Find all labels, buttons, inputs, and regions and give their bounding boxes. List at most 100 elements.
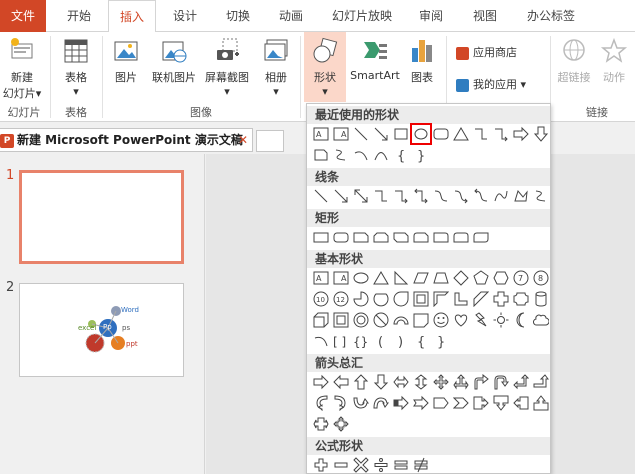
pentagon-arrow-icon[interactable] bbox=[431, 393, 451, 413]
picture-button[interactable]: 图片 bbox=[108, 36, 144, 85]
tab-file[interactable]: 文件 bbox=[0, 0, 46, 32]
curved-double-arrow-icon[interactable] bbox=[471, 186, 491, 206]
scribble-icon[interactable] bbox=[531, 186, 550, 206]
sun-icon[interactable] bbox=[491, 310, 511, 330]
curve-icon[interactable] bbox=[371, 145, 391, 165]
text-box-icon[interactable]: A bbox=[311, 124, 331, 144]
up-arrow-callout-icon[interactable] bbox=[531, 393, 550, 413]
elbow-arrow-connector-icon[interactable] bbox=[391, 186, 411, 206]
rectangle-icon[interactable] bbox=[311, 227, 331, 247]
folded-corner-icon[interactable] bbox=[411, 310, 431, 330]
triangle-icon[interactable] bbox=[451, 124, 471, 144]
pie-icon[interactable] bbox=[351, 289, 371, 309]
snip-round-icon[interactable] bbox=[411, 227, 431, 247]
dodecagon-icon[interactable]: 12 bbox=[331, 289, 351, 309]
snip-single-corner-icon[interactable] bbox=[351, 227, 371, 247]
divide-icon[interactable] bbox=[371, 455, 391, 473]
oval-icon[interactable] bbox=[410, 123, 432, 145]
elbow-arrow-connector-icon[interactable] bbox=[491, 124, 511, 144]
donut-icon[interactable] bbox=[351, 310, 371, 330]
tab-insert[interactable]: 插入 bbox=[108, 0, 156, 33]
left-right-up-arrow-icon[interactable] bbox=[451, 372, 471, 392]
round-diagonal-icon[interactable] bbox=[471, 227, 491, 247]
my-apps-button[interactable]: 我的应用 ▾ bbox=[456, 76, 544, 92]
chord-icon[interactable] bbox=[371, 289, 391, 309]
left-brace-icon[interactable]: { bbox=[391, 145, 411, 165]
tab-home[interactable]: 开始 bbox=[56, 0, 102, 32]
no-symbol-icon[interactable] bbox=[371, 310, 391, 330]
smiley-face-icon[interactable] bbox=[431, 310, 451, 330]
snip-diagonal-icon[interactable] bbox=[391, 227, 411, 247]
curved-up-arrow-icon[interactable] bbox=[351, 393, 371, 413]
snip-rectangle-icon[interactable] bbox=[311, 145, 331, 165]
slide-thumbnail-1[interactable] bbox=[19, 170, 184, 264]
scribble-icon[interactable] bbox=[331, 145, 351, 165]
chevron-icon[interactable] bbox=[451, 393, 471, 413]
diagonal-stripe-icon[interactable] bbox=[471, 289, 491, 309]
arc-icon[interactable] bbox=[351, 145, 371, 165]
tab-view[interactable]: 视图 bbox=[462, 0, 508, 32]
quad-arrow-callout-icon[interactable] bbox=[331, 414, 351, 434]
slide-thumbnail-2[interactable]: Word Pp ps excel ppt bbox=[19, 283, 184, 377]
left-arrow-callout-icon[interactable] bbox=[511, 393, 531, 413]
down-arrow-icon[interactable] bbox=[371, 372, 391, 392]
right-brace-icon[interactable]: } bbox=[411, 145, 431, 165]
up-arrow-icon[interactable] bbox=[351, 372, 371, 392]
up-down-arrow-icon[interactable] bbox=[411, 372, 431, 392]
right-arrow-icon[interactable] bbox=[311, 372, 331, 392]
pentagon-icon[interactable] bbox=[471, 268, 491, 288]
notched-right-arrow-icon[interactable] bbox=[411, 393, 431, 413]
chart-button[interactable]: 图表 bbox=[404, 36, 440, 85]
curved-right-arrow-icon[interactable] bbox=[311, 393, 331, 413]
bent-arrow-icon[interactable] bbox=[471, 372, 491, 392]
block-arc-icon[interactable] bbox=[391, 310, 411, 330]
multiply-icon[interactable] bbox=[351, 455, 371, 473]
shapes-button[interactable]: 形状 ▾ bbox=[304, 32, 346, 102]
store-button[interactable]: 应用商店 bbox=[456, 44, 544, 60]
tab-animations[interactable]: 动画 bbox=[268, 0, 314, 32]
elbow-connector-icon[interactable] bbox=[471, 124, 491, 144]
decagon-icon[interactable]: 10 bbox=[311, 289, 331, 309]
text-box-icon[interactable]: A bbox=[311, 268, 331, 288]
can-icon[interactable] bbox=[531, 289, 550, 309]
double-arrow-line-icon[interactable] bbox=[351, 186, 371, 206]
curved-down-arrow-icon[interactable] bbox=[371, 393, 391, 413]
equal-icon[interactable] bbox=[391, 455, 411, 473]
rectangle-icon[interactable] bbox=[391, 124, 411, 144]
table-button[interactable]: 表格 ▾ bbox=[58, 36, 94, 98]
right-triangle-icon[interactable] bbox=[391, 268, 411, 288]
action-button[interactable]: 动作 bbox=[596, 36, 632, 85]
curved-connector-icon[interactable] bbox=[431, 186, 451, 206]
lightning-bolt-icon[interactable] bbox=[471, 310, 491, 330]
round-same-side-icon[interactable] bbox=[451, 227, 471, 247]
teardrop-icon[interactable] bbox=[391, 289, 411, 309]
left-arrow-icon[interactable] bbox=[331, 372, 351, 392]
hyperlink-button[interactable]: 超链接 bbox=[554, 36, 594, 85]
right-brace-icon[interactable]: } bbox=[431, 331, 451, 351]
heart-icon[interactable] bbox=[451, 310, 471, 330]
left-up-arrow-icon[interactable] bbox=[511, 372, 531, 392]
double-bracket-icon[interactable]: [ ] bbox=[331, 331, 351, 351]
cube-icon[interactable] bbox=[311, 310, 331, 330]
left-bracket-icon[interactable]: ( bbox=[371, 331, 391, 351]
new-document-tab[interactable] bbox=[256, 130, 284, 152]
down-arrow-icon[interactable] bbox=[531, 124, 550, 144]
triangle-icon[interactable] bbox=[371, 268, 391, 288]
new-slide-button[interactable]: 新建 幻灯片▾ bbox=[2, 36, 42, 101]
striped-right-arrow-icon[interactable] bbox=[391, 393, 411, 413]
left-right-arrow-callout-icon[interactable] bbox=[311, 414, 331, 434]
heptagon-icon[interactable]: 7 bbox=[511, 268, 531, 288]
curve-icon[interactable] bbox=[491, 186, 511, 206]
line-icon[interactable] bbox=[311, 186, 331, 206]
double-brace-icon[interactable]: {} bbox=[351, 331, 371, 351]
smartart-button[interactable]: SmartArt bbox=[348, 36, 402, 82]
tab-review[interactable]: 审阅 bbox=[408, 0, 454, 32]
right-bracket-icon[interactable]: ) bbox=[391, 331, 411, 351]
rounded-rectangle-icon[interactable] bbox=[331, 227, 351, 247]
line-icon[interactable] bbox=[351, 124, 371, 144]
arc-icon[interactable] bbox=[311, 331, 331, 351]
screenshot-button[interactable]: 屏幕截图 ▾ bbox=[200, 36, 254, 98]
cross-icon[interactable] bbox=[491, 289, 511, 309]
bevel-icon[interactable] bbox=[331, 310, 351, 330]
moon-icon[interactable] bbox=[511, 310, 531, 330]
